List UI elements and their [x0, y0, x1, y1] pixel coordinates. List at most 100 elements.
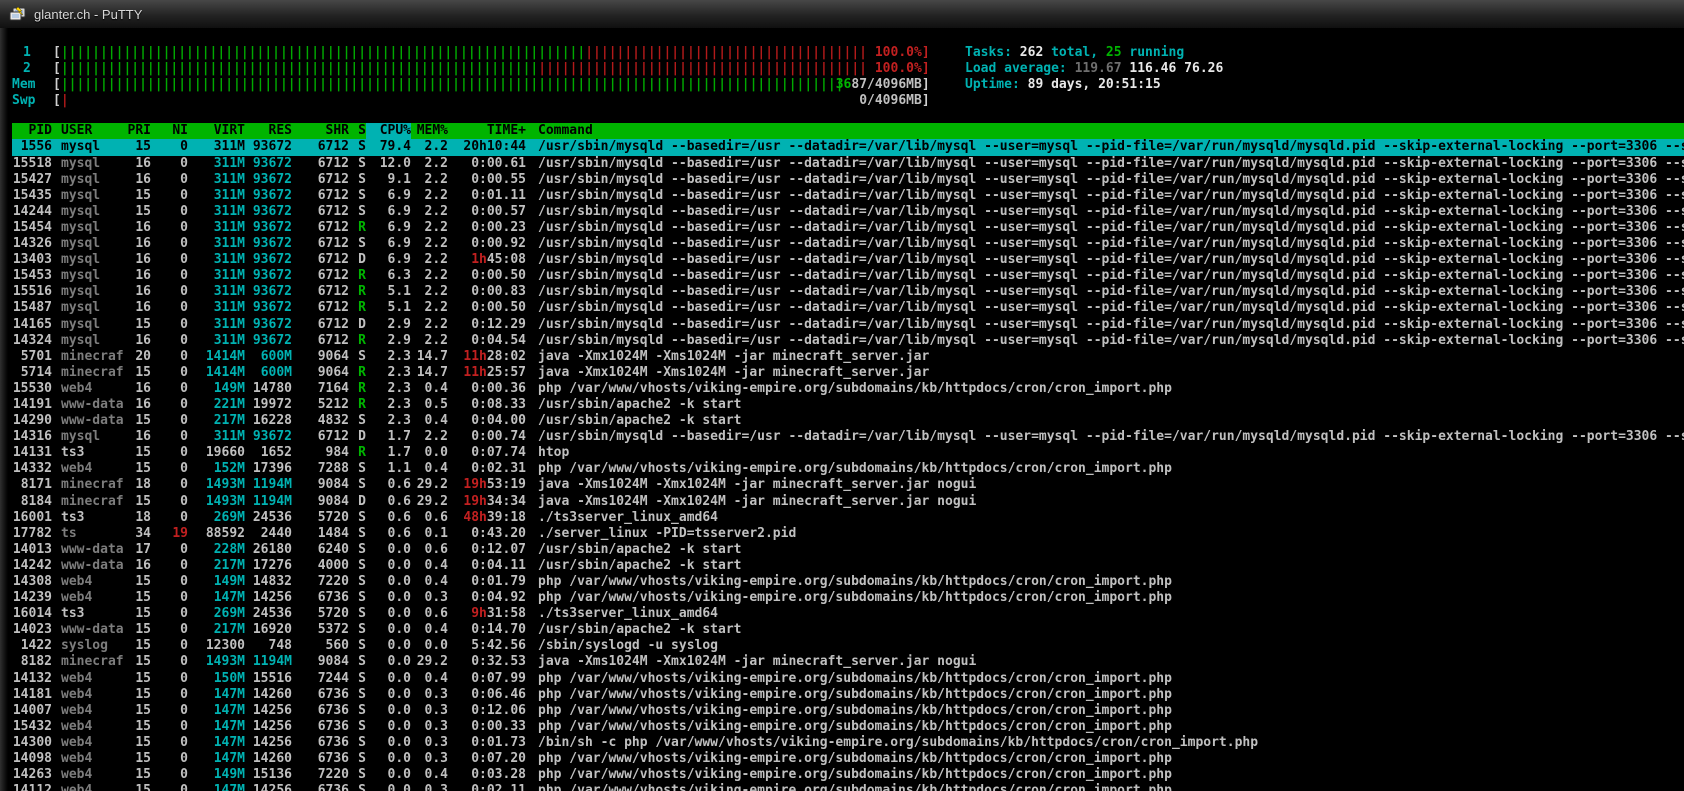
process-row[interactable]: 15516 mysql 16 0 311M 93672 6712 R 5.1 2… — [12, 284, 1684, 300]
column-header-cpu-sorted[interactable]: CPU% — [366, 123, 411, 139]
cell-time: 0:43.20 — [448, 526, 526, 542]
column-header-shr[interactable]: SHR — [292, 123, 349, 139]
cell-shr: 6736 — [292, 719, 349, 735]
cell-command: php /var/www/vhosts/viking-empire.org/su… — [538, 574, 1684, 590]
cell-command: java -Xms1024M -Xmx1024M -jar minecraft_… — [538, 654, 1684, 670]
process-row[interactable]: 15454 mysql 16 0 311M 93672 6712 R 6.9 2… — [12, 220, 1684, 236]
process-row[interactable]: 5701 minecraf 20 0 1414M 600M 9064 S 2.3… — [12, 349, 1684, 365]
cell-ni: 0 — [151, 172, 188, 188]
cell-shr: 6712 — [292, 236, 349, 252]
cell-command: /usr/sbin/mysqld --basedir=/usr --datadi… — [538, 268, 1684, 284]
process-row[interactable]: 8171 minecraf 18 0 1493M 1194M 9084 S 0.… — [12, 477, 1684, 493]
cell-pri: 15 — [125, 590, 151, 606]
process-row[interactable]: 14290 www-data 15 0 217M 16228 4832 S 2.… — [12, 413, 1684, 429]
cpu1-bar: ||||||||||||||||||||||||||||||||||||||||… — [61, 45, 922, 61]
column-header-ni[interactable]: NI — [151, 123, 188, 139]
cell-pid: 17782 — [12, 526, 52, 542]
cell-state: S — [349, 236, 366, 252]
process-row[interactable]: 14023 www-data 15 0 217M 16920 5372 S 0.… — [12, 622, 1684, 638]
column-header-pid[interactable]: PID — [12, 123, 52, 139]
cell-time: 1h45:08 — [448, 252, 526, 268]
process-row[interactable]: 14326 mysql 16 0 311M 93672 6712 S 6.9 2… — [12, 236, 1684, 252]
bracket-open: [ — [53, 61, 61, 77]
cell-time: 0:12.07 — [448, 542, 526, 558]
process-row[interactable]: 14165 mysql 15 0 311M 93672 6712 D 2.9 2… — [12, 317, 1684, 333]
process-row[interactable]: 8182 minecraf 15 0 1493M 1194M 9084 S 0.… — [12, 654, 1684, 670]
process-row[interactable]: 14112 web4 15 0 147M 14256 6736 S 0.0 0.… — [12, 783, 1684, 791]
process-row[interactable]: 15518 mysql 16 0 311M 93672 6712 S 12.0 … — [12, 156, 1684, 172]
process-row[interactable]: 14316 mysql 16 0 311M 93672 6712 D 1.7 2… — [12, 429, 1684, 445]
process-row[interactable]: 13403 mysql 16 0 311M 93672 6712 D 6.9 2… — [12, 252, 1684, 268]
process-row[interactable]: 14131 ts3 15 0 19660 1652 984 R 1.7 0.0 … — [12, 445, 1684, 461]
process-row[interactable]: 14300 web4 15 0 147M 14256 6736 S 0.0 0.… — [12, 735, 1684, 751]
process-row[interactable]: 15432 web4 15 0 147M 14256 6736 S 0.0 0.… — [12, 719, 1684, 735]
process-row[interactable]: 15487 mysql 16 0 311M 93672 6712 R 5.1 2… — [12, 300, 1684, 316]
cell-command: java -Xms1024M -Xmx1024M -jar minecraft_… — [538, 494, 1684, 510]
cell-cpu: 0.0 — [366, 606, 411, 622]
column-header-command[interactable]: Command — [538, 123, 1684, 139]
cell-state: S — [349, 349, 366, 365]
process-row[interactable]: 14191 www-data 16 0 221M 19972 5212 R 2.… — [12, 397, 1684, 413]
column-header-res[interactable]: RES — [245, 123, 292, 139]
process-row[interactable]: 14007 web4 15 0 147M 14256 6736 S 0.0 0.… — [12, 703, 1684, 719]
process-row[interactable]: 14181 web4 15 0 147M 14260 6736 S 0.0 0.… — [12, 687, 1684, 703]
cell-mem: 0.4 — [411, 558, 448, 574]
process-row[interactable]: 8184 minecraf 15 0 1493M 1194M 9084 D 0.… — [12, 494, 1684, 510]
cell-command: /usr/sbin/mysqld --basedir=/usr --datadi… — [538, 317, 1684, 333]
process-row[interactable]: 14263 web4 15 0 149M 15136 7220 S 0.0 0.… — [12, 767, 1684, 783]
process-row[interactable]: 15453 mysql 16 0 311M 93672 6712 R 6.3 2… — [12, 268, 1684, 284]
cell-pid: 14181 — [12, 687, 52, 703]
cell-res: 14256 — [245, 783, 292, 791]
process-row[interactable]: 14132 web4 15 0 150M 15516 7244 S 0.0 0.… — [12, 671, 1684, 687]
cell-mem: 0.3 — [411, 687, 448, 703]
cell-virt: 311M — [188, 156, 245, 172]
process-row[interactable]: 17782 ts 34 19 88592 2440 1484 S 0.6 0.1… — [12, 526, 1684, 542]
process-row[interactable]: 5714 minecraf 15 0 1414M 600M 9064 R 2.3… — [12, 365, 1684, 381]
column-header-time[interactable]: TIME+ — [448, 123, 526, 139]
process-row[interactable]: 15530 web4 16 0 149M 14780 7164 R 2.3 0.… — [12, 381, 1684, 397]
column-header-virt[interactable]: VIRT — [188, 123, 245, 139]
cell-cpu: 0.0 — [366, 558, 411, 574]
title-bar[interactable]: glanter.ch - PuTTY — [0, 0, 1684, 29]
process-row[interactable]: 16014 ts3 15 0 269M 24536 5720 S 0.0 0.6… — [12, 606, 1684, 622]
cell-user: mysql — [61, 300, 125, 316]
column-header-mem[interactable]: MEM% — [411, 123, 448, 139]
cell-mem: 0.3 — [411, 751, 448, 767]
cell-ni: 0 — [151, 381, 188, 397]
process-row[interactable]: 14013 www-data 17 0 228M 26180 6240 S 0.… — [12, 542, 1684, 558]
terminal-screen[interactable]: 1[||||||||||||||||||||||||||||||||||||||… — [8, 28, 1684, 791]
cell-virt: 150M — [188, 671, 245, 687]
process-row[interactable]: 14239 web4 15 0 147M 14256 6736 S 0.0 0.… — [12, 590, 1684, 606]
cell-cpu: 0.0 — [366, 671, 411, 687]
cell-pid: 15487 — [12, 300, 52, 316]
column-header-state[interactable]: S — [349, 123, 366, 139]
cell-command: php /var/www/vhosts/viking-empire.org/su… — [538, 461, 1684, 477]
cell-pri: 16 — [125, 397, 151, 413]
cell-virt: 1493M — [188, 494, 245, 510]
cell-state: S — [349, 767, 366, 783]
memory-meter: Mem[||||||||||||||||||||||||||||||||||||… — [12, 77, 1684, 93]
cell-res: 15136 — [245, 767, 292, 783]
process-row[interactable]: 1422 syslog 15 0 12300 748 560 S 0.0 0.0… — [12, 638, 1684, 654]
cell-cpu: 5.1 — [366, 300, 411, 316]
process-row[interactable]: 16001 ts3 18 0 269M 24536 5720 S 0.6 0.6… — [12, 510, 1684, 526]
process-row[interactable]: 14242 www-data 16 0 217M 17276 4000 S 0.… — [12, 558, 1684, 574]
process-row[interactable]: 14244 mysql 15 0 311M 93672 6712 S 6.9 2… — [12, 204, 1684, 220]
column-header-pri[interactable]: PRI — [125, 123, 151, 139]
process-row[interactable]: 14098 web4 15 0 147M 14260 6736 S 0.0 0.… — [12, 751, 1684, 767]
process-row[interactable]: 14308 web4 15 0 149M 14832 7220 S 0.0 0.… — [12, 574, 1684, 590]
process-row[interactable]: 14332 web4 15 0 152M 17396 7288 S 1.1 0.… — [12, 461, 1684, 477]
cell-mem: 0.0 — [411, 638, 448, 654]
process-row[interactable]: 15435 mysql 15 0 311M 93672 6712 S 6.9 2… — [12, 188, 1684, 204]
process-row[interactable]: 14324 mysql 16 0 311M 93672 6712 R 2.9 2… — [12, 333, 1684, 349]
process-row[interactable]: 1556 mysql 15 0 311M 93672 6712 S 79.4 2… — [12, 139, 1684, 155]
cell-cpu: 0.0 — [366, 654, 411, 670]
cell-res: 93672 — [245, 172, 292, 188]
process-row[interactable]: 15427 mysql 16 0 311M 93672 6712 S 9.1 2… — [12, 172, 1684, 188]
cell-shr: 7220 — [292, 767, 349, 783]
cell-res: 14256 — [245, 703, 292, 719]
cell-mem: 29.2 — [411, 654, 448, 670]
column-header-user[interactable]: USER — [61, 123, 125, 139]
cell-command: php /var/www/vhosts/viking-empire.org/su… — [538, 719, 1684, 735]
cell-mem: 2.2 — [411, 188, 448, 204]
